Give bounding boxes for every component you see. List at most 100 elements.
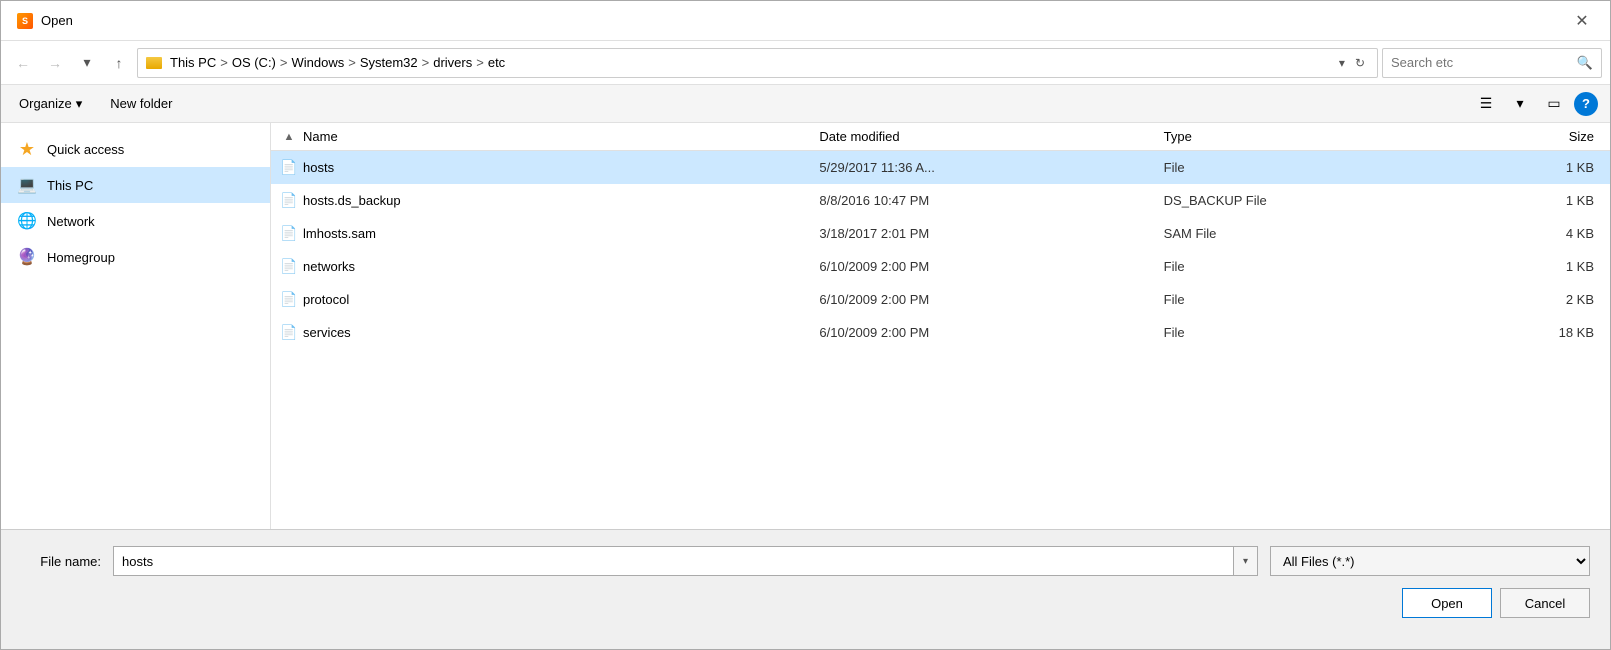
open-button[interactable]: Open [1402,588,1492,618]
organize-label: Organize [19,96,72,111]
file-date: 6/10/2009 2:00 PM [819,259,1163,274]
view-list-button[interactable]: ☰ [1472,91,1500,117]
table-row[interactable]: 📄 hosts.ds_backup 8/8/2016 10:47 PM DS_B… [271,184,1610,217]
file-name: hosts.ds_backup [299,193,819,208]
view-dropdown-icon: ▾ [1516,95,1523,112]
column-headers: ▲ Name Date modified Type Size [271,123,1610,151]
sidebar-label-homegroup: Homegroup [47,250,115,265]
col-size-header[interactable]: Size [1422,129,1610,144]
file-date: 6/10/2009 2:00 PM [819,292,1163,307]
forward-button[interactable]: → [41,49,69,77]
file-name: services [299,325,819,340]
file-type: DS_BACKUP File [1164,193,1422,208]
breadcrumb-windows: Windows [291,55,344,70]
col-date-header[interactable]: Date modified [819,129,1163,144]
list-view-icon: ☰ [1480,95,1493,112]
table-row[interactable]: 📄 lmhosts.sam 3/18/2017 2:01 PM SAM File… [271,217,1610,250]
address-dropdown-button[interactable]: ▾ [1335,54,1349,72]
action-bar-right: ☰ ▾ ▭ ? [1472,91,1598,117]
address-bar[interactable]: This PC > OS (C:) > Windows > System32 >… [137,48,1378,78]
filename-input-wrap: ▾ [113,546,1258,576]
main-content: ★ Quick access 💻 This PC 🌐 Network 🔮 Hom… [1,123,1610,529]
file-name: lmhosts.sam [299,226,819,241]
preview-pane-icon: ▭ [1547,95,1560,112]
file-size: 4 KB [1422,226,1610,241]
search-icon: 🔍 [1577,55,1593,71]
breadcrumb-thispc: This PC [170,55,216,70]
new-folder-label: New folder [110,96,172,111]
filename-label: File name: [21,554,101,569]
breadcrumb-drivers: drivers [433,55,472,70]
app-icon: S [17,13,33,29]
organize-button[interactable]: Organize ▾ [13,92,88,116]
up-button[interactable]: ↑ [105,49,133,77]
action-bar: Organize ▾ New folder ☰ ▾ ▭ ? [1,85,1610,123]
title-bar: S Open ✕ [1,1,1610,41]
folder-icon [146,57,162,69]
col-type-header[interactable]: Type [1164,129,1422,144]
file-date: 3/18/2017 2:01 PM [819,226,1163,241]
actions-row: Open Cancel [21,588,1590,618]
quick-access-icon: ★ [17,139,37,159]
refresh-button[interactable]: ↻ [1351,54,1369,72]
file-date: 8/8/2016 10:47 PM [819,193,1163,208]
sidebar-item-quick-access[interactable]: ★ Quick access [1,131,270,167]
address-toolbar: ← → ▾ ↑ This PC > OS (C:) > Windows > Sy… [1,41,1610,85]
table-row[interactable]: 📄 hosts 5/29/2017 11:36 A... File 1 KB [271,151,1610,184]
file-type: File [1164,160,1422,175]
breadcrumb-etc: etc [488,55,505,70]
file-type: File [1164,325,1422,340]
breadcrumb: This PC > OS (C:) > Windows > System32 >… [170,55,1331,70]
file-date: 6/10/2009 2:00 PM [819,325,1163,340]
back-button[interactable]: ← [9,49,37,77]
dropdown-button[interactable]: ▾ [73,49,101,77]
preview-pane-button[interactable]: ▭ [1540,91,1568,117]
table-row[interactable]: 📄 networks 6/10/2009 2:00 PM File 1 KB [271,250,1610,283]
cancel-button[interactable]: Cancel [1500,588,1590,618]
breadcrumb-system32: System32 [360,55,418,70]
homegroup-icon: 🔮 [17,247,37,267]
new-folder-button[interactable]: New folder [104,92,178,115]
file-type: File [1164,292,1422,307]
bottom-bar: File name: ▾ All Files (*.*) Open Cancel [1,529,1610,649]
file-name: networks [299,259,819,274]
table-row[interactable]: 📄 protocol 6/10/2009 2:00 PM File 2 KB [271,283,1610,316]
this-pc-icon: 💻 [17,175,37,195]
sidebar: ★ Quick access 💻 This PC 🌐 Network 🔮 Hom… [1,123,271,529]
file-icon: 📄 [279,256,299,276]
file-size: 1 KB [1422,193,1610,208]
help-button[interactable]: ? [1574,92,1598,116]
file-date: 5/29/2017 11:36 A... [819,160,1163,175]
search-input[interactable] [1391,55,1571,70]
view-dropdown-button[interactable]: ▾ [1506,91,1534,117]
file-icon: 📄 [279,157,299,177]
title-bar-left: S Open [17,13,73,29]
file-size: 2 KB [1422,292,1610,307]
sidebar-item-homegroup[interactable]: 🔮 Homegroup [1,239,270,275]
filename-input[interactable] [114,554,1233,569]
help-label: ? [1582,96,1590,111]
file-size: 1 KB [1422,259,1610,274]
col-name-header[interactable]: Name [299,129,819,144]
file-icon: 📄 [279,322,299,342]
breadcrumb-drive: OS (C:) [232,55,276,70]
filename-dropdown-button[interactable]: ▾ [1233,547,1257,575]
close-button[interactable]: ✕ [1570,9,1594,33]
table-row[interactable]: 📄 services 6/10/2009 2:00 PM File 18 KB [271,316,1610,349]
file-icon: 📄 [279,223,299,243]
file-name: protocol [299,292,819,307]
filename-row: File name: ▾ All Files (*.*) [21,546,1590,576]
sidebar-label-this-pc: This PC [47,178,93,193]
search-box[interactable]: 🔍 [1382,48,1602,78]
file-icon: 📄 [279,190,299,210]
file-type: SAM File [1164,226,1422,241]
file-area: ▲ Name Date modified Type Size 📄 hosts 5… [271,123,1610,529]
filetype-select[interactable]: All Files (*.*) [1271,553,1589,570]
file-size: 18 KB [1422,325,1610,340]
address-bar-actions: ▾ ↻ [1335,54,1369,72]
organize-arrow-icon: ▾ [76,96,83,112]
sort-arrow-icon: ▲ [279,131,299,143]
sidebar-item-this-pc[interactable]: 💻 This PC [1,167,270,203]
file-name: hosts [299,160,819,175]
sidebar-item-network[interactable]: 🌐 Network [1,203,270,239]
